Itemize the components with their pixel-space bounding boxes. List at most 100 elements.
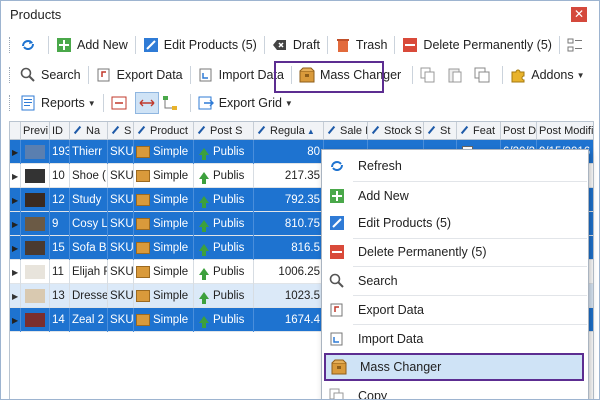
addons-button[interactable]: Addons ▼: [507, 64, 587, 86]
table-cell[interactable]: [21, 140, 50, 164]
table-cell[interactable]: [21, 164, 50, 188]
table-cell[interactable]: [21, 308, 50, 332]
table-cell[interactable]: Cosy L: [70, 212, 108, 236]
table-cell[interactable]: [21, 188, 50, 212]
delete-permanently-button[interactable]: Delete Permanently (5): [399, 34, 555, 56]
table-cell[interactable]: 13: [50, 284, 70, 308]
table-cell[interactable]: Simple: [134, 140, 194, 164]
menu-item-export-data[interactable]: Export Data: [322, 296, 588, 324]
menu-item-mass-changer[interactable]: Mass Changer: [324, 353, 584, 381]
table-cell[interactable]: ▶: [10, 164, 21, 188]
column-header-preview[interactable]: Previ: [21, 122, 50, 140]
fit-columns-button[interactable]: [108, 92, 135, 114]
table-cell[interactable]: Simple: [134, 260, 194, 284]
table-cell[interactable]: ▶: [10, 188, 21, 212]
table-cell[interactable]: Shoe (: [70, 164, 108, 188]
table-cell[interactable]: 80: [254, 140, 324, 164]
column-header-sku[interactable]: S: [108, 122, 134, 140]
table-cell[interactable]: Publis: [194, 236, 254, 260]
duplicate-button[interactable]: [471, 64, 498, 86]
table-cell[interactable]: 12: [50, 188, 70, 212]
best-fit-button[interactable]: [134, 92, 159, 114]
table-cell[interactable]: 14: [50, 308, 70, 332]
menu-item-import-data[interactable]: Import Data: [322, 325, 588, 353]
table-cell[interactable]: Publis: [194, 188, 254, 212]
column-header-stock-status[interactable]: Stock S: [368, 122, 424, 140]
table-cell[interactable]: 792.35: [254, 188, 324, 212]
refresh-button[interactable]: [17, 34, 44, 56]
table-cell[interactable]: SKU_: [108, 140, 134, 164]
menu-item-copy[interactable]: Copy: [322, 382, 588, 399]
table-cell[interactable]: 10: [50, 164, 70, 188]
column-header-featured[interactable]: Feat: [457, 122, 501, 140]
table-cell[interactable]: Sofa B: [70, 236, 108, 260]
table-cell[interactable]: 810.75: [254, 212, 324, 236]
column-header-product-type[interactable]: Product: [134, 122, 194, 140]
add-new-button[interactable]: Add New: [53, 34, 131, 56]
paste-button[interactable]: [444, 64, 471, 86]
table-cell[interactable]: Simple: [134, 164, 194, 188]
column-header-post-status[interactable]: Post S: [194, 122, 254, 140]
close-button[interactable]: ✕: [571, 7, 587, 22]
table-cell[interactable]: 193: [50, 140, 70, 164]
table-cell[interactable]: [21, 212, 50, 236]
table-cell[interactable]: Simple: [134, 284, 194, 308]
table-cell[interactable]: ▶: [10, 140, 21, 164]
trash-button[interactable]: Trash: [332, 34, 391, 56]
copy-button[interactable]: [417, 64, 444, 86]
table-cell[interactable]: ▶: [10, 236, 21, 260]
draft-button[interactable]: Draft: [269, 34, 323, 56]
table-cell[interactable]: 15: [50, 236, 70, 260]
column-header-post-date[interactable]: Post Da: [501, 122, 537, 140]
column-header-regular-price[interactable]: Regula ▲: [254, 122, 324, 140]
table-cell[interactable]: [21, 284, 50, 308]
export-data-button[interactable]: Export Data: [93, 64, 186, 86]
menu-item-search[interactable]: Search: [322, 267, 588, 295]
table-cell[interactable]: SKU_: [108, 236, 134, 260]
table-cell[interactable]: Publis: [194, 308, 254, 332]
table-cell[interactable]: Simple: [134, 188, 194, 212]
table-cell[interactable]: [21, 260, 50, 284]
table-cell[interactable]: ▶: [10, 260, 21, 284]
edit-products-button[interactable]: Edit Products (5): [140, 34, 260, 56]
table-cell[interactable]: SKU_: [108, 164, 134, 188]
tree-view-button[interactable]: [159, 92, 186, 114]
table-cell[interactable]: Simple: [134, 236, 194, 260]
table-cell[interactable]: Study: [70, 188, 108, 212]
menu-item-refresh[interactable]: Refresh: [322, 152, 588, 180]
menu-item-delete-permanently[interactable]: Delete Permanently (5): [322, 238, 588, 266]
table-cell[interactable]: Elijah F: [70, 260, 108, 284]
table-cell[interactable]: 1006.25: [254, 260, 324, 284]
table-cell[interactable]: Publis: [194, 164, 254, 188]
list-view-button[interactable]: [564, 34, 591, 56]
column-header-post-modified[interactable]: Post Modifi: [537, 122, 593, 140]
table-cell[interactable]: Zeal 2: [70, 308, 108, 332]
table-cell[interactable]: 9: [50, 212, 70, 236]
table-cell[interactable]: [21, 236, 50, 260]
table-cell[interactable]: SKU_: [108, 212, 134, 236]
table-cell[interactable]: Publis: [194, 284, 254, 308]
column-header-sale-price[interactable]: Sale I: [324, 122, 368, 140]
table-cell[interactable]: 1674.4: [254, 308, 324, 332]
menu-item-edit-products[interactable]: Edit Products (5): [322, 209, 588, 237]
table-cell[interactable]: Simple: [134, 308, 194, 332]
reports-button[interactable]: Reports ▼: [17, 92, 99, 114]
column-header-stock[interactable]: St: [424, 122, 457, 140]
table-cell[interactable]: Publis: [194, 260, 254, 284]
table-cell[interactable]: Publis: [194, 212, 254, 236]
table-cell[interactable]: Simple: [134, 212, 194, 236]
table-cell[interactable]: SKU_: [108, 260, 134, 284]
table-cell[interactable]: SKU4: [108, 284, 134, 308]
menu-item-add-new[interactable]: Add New: [322, 182, 588, 210]
table-cell[interactable]: ▶: [10, 284, 21, 308]
table-cell[interactable]: ▶: [10, 212, 21, 236]
table-cell[interactable]: 217.35: [254, 164, 324, 188]
table-cell[interactable]: 11: [50, 260, 70, 284]
table-cell[interactable]: Publis: [194, 140, 254, 164]
table-cell[interactable]: 816.5: [254, 236, 324, 260]
table-cell[interactable]: SKU_: [108, 188, 134, 212]
column-header-name[interactable]: Na: [70, 122, 108, 140]
table-cell[interactable]: Dresse: [70, 284, 108, 308]
column-header-id[interactable]: ID: [50, 122, 70, 140]
table-cell[interactable]: Thierr: [70, 140, 108, 164]
